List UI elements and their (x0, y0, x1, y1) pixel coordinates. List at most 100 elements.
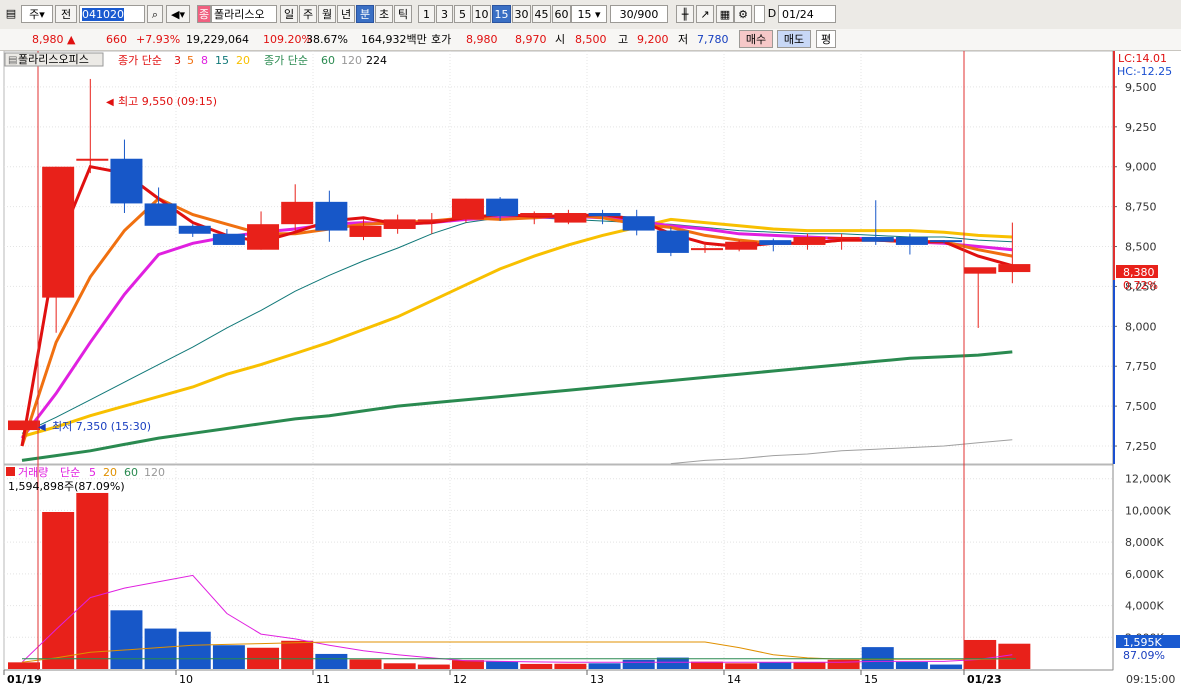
interval-1[interactable]: 1 (418, 5, 435, 23)
volume-bar (622, 659, 655, 669)
period-4[interactable]: 분 (356, 5, 374, 23)
average-button[interactable]: 평 (816, 30, 836, 48)
indicator-icon[interactable]: ↗ (696, 5, 714, 23)
settings-panel-icon[interactable]: ▤ (4, 5, 18, 23)
interval-5[interactable]: 5 (454, 5, 471, 23)
interval-select-value: 15 (577, 8, 592, 21)
gear-icon[interactable]: ⚙ (734, 5, 752, 23)
x-tick-label: 15 (864, 673, 878, 686)
candle-body (895, 236, 928, 245)
lc-label: LC:14.01 (1118, 52, 1167, 65)
grid-icon[interactable]: ▦ (716, 5, 734, 23)
high-price: 9,200 (637, 33, 669, 46)
volume-bar (417, 664, 450, 669)
volume-bar (895, 662, 928, 669)
ma5-label: 5 (187, 54, 194, 67)
volume-tick-label: 8,000K (1125, 536, 1164, 549)
x-tick-label: 11 (316, 673, 330, 686)
code-input-value: 041020 (82, 8, 124, 21)
candle-body (212, 233, 245, 245)
x-tick-label: 12 (453, 673, 467, 686)
date-input[interactable]: 01/24 (778, 5, 836, 23)
trade-amount: 164,932백만 (361, 33, 427, 46)
low-price: 7,780 (697, 33, 729, 46)
bid-price: 8,970 (515, 33, 547, 46)
interval-60[interactable]: 60 (552, 5, 571, 23)
volume-bar (144, 628, 177, 669)
high-note: 최고 9,550 (09:15) (118, 95, 217, 108)
interval-45[interactable]: 45 (532, 5, 551, 23)
ma-short-title: 종가 단순 (118, 54, 162, 67)
interval-3[interactable]: 3 (436, 5, 453, 23)
price-panel[interactable] (3, 51, 1114, 465)
current-volume: 1,594,898주(87.09%) (8, 480, 125, 493)
volume-bar (178, 631, 211, 669)
count-field[interactable]: 30/900 (610, 5, 668, 23)
volume-legend-icon (6, 467, 15, 476)
candle-body (315, 201, 348, 231)
price-tick-label: 8,750 (1125, 201, 1157, 214)
market-select[interactable]: 주▾ (21, 5, 53, 23)
sell-button[interactable]: 매도 (777, 30, 811, 48)
candle-body (76, 158, 109, 161)
candle-body (691, 248, 723, 251)
volume-tick-label: 4,000K (1125, 600, 1164, 613)
candle-body (247, 224, 280, 250)
candle-body (964, 267, 997, 274)
volume-bar (110, 610, 143, 669)
price-change: 660 (106, 33, 127, 46)
period-3[interactable]: 년 (337, 5, 355, 23)
high-arrow-icon: ◀ (106, 97, 114, 108)
volume-bar (8, 662, 40, 669)
search-icon[interactable]: ⌕ (147, 5, 163, 23)
interval-10[interactable]: 10 (472, 5, 491, 23)
interval-30[interactable]: 30 (512, 5, 531, 23)
interval-select[interactable]: 15 ▾ (571, 5, 607, 23)
volume-bar (349, 659, 382, 669)
vol-ma20-label: 20 (103, 466, 117, 479)
volume-bar (656, 657, 689, 669)
low-label: 저 (678, 33, 689, 46)
ma60-label: 60 (321, 54, 335, 67)
volume-bar (930, 664, 963, 669)
candle-body (759, 240, 792, 245)
volume-bar (861, 647, 894, 669)
volume-bar (212, 645, 245, 669)
period-6[interactable]: 틱 (394, 5, 412, 23)
interval-15[interactable]: 15 (492, 5, 511, 23)
date-check-label: D (767, 7, 777, 20)
price-tick-label: 8,500 (1125, 241, 1157, 254)
date-checkbox[interactable] (754, 5, 765, 23)
candle-type-icon[interactable]: ╫ (676, 5, 694, 23)
buy-button[interactable]: 매수 (739, 30, 773, 48)
volume-ma-title: 단순 (60, 466, 80, 479)
price-value: 8,980 (32, 33, 64, 46)
candle-body (725, 241, 758, 250)
price-tick-label: 7,250 (1125, 440, 1157, 453)
prev-button[interactable]: 전 (55, 5, 77, 23)
volume-bar (793, 662, 826, 669)
candle-body (861, 236, 894, 242)
hoga-label: 호가 (431, 33, 452, 46)
period-2[interactable]: 월 (318, 5, 336, 23)
candle-body (998, 264, 1031, 273)
stock-chart[interactable]: 9,5009,2509,0008,7508,5008,2508,0007,750… (0, 51, 1181, 690)
volume-title: 거래량 (18, 466, 48, 479)
candle-body (554, 213, 587, 223)
price-tick-label: 9,000 (1125, 161, 1157, 174)
candle-body (42, 166, 75, 298)
change-percent: +7.93% (136, 33, 181, 46)
last-volume-label: 1,595K (1123, 636, 1162, 649)
period-0[interactable]: 일 (280, 5, 298, 23)
candle-body (622, 216, 655, 231)
stock-name-field[interactable]: 폴라리스오 (211, 5, 277, 23)
volume: 19,229,064 (186, 33, 249, 46)
candle-body (793, 236, 826, 245)
code-input[interactable]: 041020 (79, 5, 145, 23)
price-tick-label: 7,750 (1125, 360, 1157, 373)
volume-bar (964, 639, 997, 669)
period-1[interactable]: 주 (299, 5, 317, 23)
speaker-icon[interactable]: ◀▾ (166, 5, 190, 23)
price-tick-label: 8,000 (1125, 320, 1157, 333)
period-5[interactable]: 초 (375, 5, 393, 23)
